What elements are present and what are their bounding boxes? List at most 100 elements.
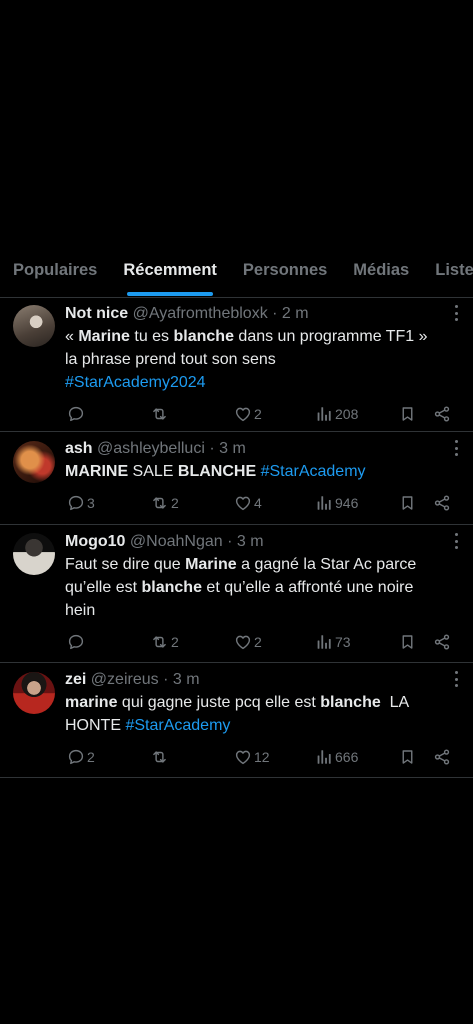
- highlighted-term: marine: [65, 694, 118, 711]
- avatar[interactable]: [13, 305, 55, 347]
- more-options-icon[interactable]: [453, 671, 459, 687]
- tab-recemment-label: Récemment: [123, 261, 217, 279]
- share-button[interactable]: [433, 622, 451, 662]
- views-count: 73: [335, 634, 351, 650]
- author-name[interactable]: Not nice: [65, 305, 128, 322]
- tab-recemment[interactable]: Récemment: [123, 255, 217, 296]
- views-button[interactable]: 946: [315, 483, 358, 523]
- hashtag-link[interactable]: #StarAcademy: [125, 717, 230, 734]
- retweet-button[interactable]: 2: [150, 622, 179, 662]
- views-button[interactable]: 666: [315, 737, 358, 777]
- author-handle[interactable]: @Ayafromthebloxk: [133, 305, 268, 322]
- author-name[interactable]: Mogo10: [65, 533, 125, 550]
- tab-medias[interactable]: Médias: [353, 255, 409, 291]
- search-tabs: Populaires Récemment Personnes Médias Li…: [0, 255, 473, 298]
- text-segment: a gagné la Star Ac parce: [236, 556, 417, 573]
- like-button[interactable]: 4: [234, 483, 262, 523]
- views-button[interactable]: 208: [315, 394, 358, 434]
- reply-button[interactable]: 2: [67, 737, 95, 777]
- bookmark-button[interactable]: [399, 737, 416, 777]
- tweet-header: Mogo10 @NoahNgan · 3 m: [65, 531, 461, 553]
- tweet: Not nice @Ayafromthebloxk · 2 m « Marine …: [0, 297, 473, 432]
- retweet-icon: [150, 405, 169, 423]
- more-options-icon[interactable]: [453, 533, 459, 549]
- author-name[interactable]: zei: [65, 671, 86, 688]
- more-options-icon[interactable]: [453, 440, 459, 456]
- author-name[interactable]: ash: [65, 440, 93, 457]
- retweet-button[interactable]: [150, 394, 171, 434]
- like-button[interactable]: 12: [234, 737, 270, 777]
- tweet-text-line: hein: [65, 599, 461, 622]
- hashtag-link[interactable]: #StarAcademy: [261, 463, 366, 480]
- tweet-header: ash @ashleybelluci · 3 m: [65, 438, 461, 460]
- bookmark-button[interactable]: [399, 622, 416, 662]
- tweet-actions: 2 12 666: [0, 737, 461, 777]
- retweet-button[interactable]: 2: [150, 483, 179, 523]
- like-count: 12: [254, 749, 270, 765]
- views-icon: [315, 494, 333, 512]
- tweet-time: · 3 m: [163, 671, 200, 688]
- views-icon: [315, 748, 333, 766]
- views-count: 946: [335, 495, 359, 511]
- retweet-icon: [150, 494, 169, 512]
- like-button[interactable]: 2: [234, 394, 262, 434]
- reply-button[interactable]: 3: [67, 483, 95, 523]
- bookmark-button[interactable]: [399, 394, 416, 434]
- tweet-text: « Marine tu es blanche dans un programme…: [65, 325, 461, 394]
- hashtag-link[interactable]: #StarAcademy2024: [65, 374, 206, 391]
- reply-button[interactable]: [67, 622, 87, 662]
- author-handle[interactable]: @ashleybelluci: [97, 440, 205, 457]
- tweet: ash @ashleybelluci · 3 m MARINE SALE BLAN…: [0, 432, 473, 525]
- text-segment: hein: [65, 602, 96, 619]
- text-segment: HONTE: [65, 717, 126, 734]
- author-handle[interactable]: @NoahNgan: [130, 533, 223, 550]
- tweet-actions: 3 2 4 946: [0, 483, 461, 523]
- like-count: 2: [254, 406, 262, 422]
- reply-button[interactable]: [67, 394, 87, 434]
- tweet-text: MARINE SALE BLANCHE #StarAcademy: [65, 460, 461, 483]
- highlighted-term: Marine: [78, 328, 130, 345]
- like-count: 2: [254, 634, 262, 650]
- share-icon: [433, 633, 451, 651]
- bookmark-button[interactable]: [399, 483, 416, 523]
- text-segment: Faut se dire que: [65, 556, 186, 573]
- author-handle[interactable]: @zeireus: [91, 671, 159, 688]
- text-segment: dans un programme TF1 »: [233, 328, 428, 345]
- views-icon: [315, 405, 333, 423]
- reply-icon: [67, 405, 85, 423]
- text-segment: tu es: [129, 328, 174, 345]
- like-button[interactable]: 2: [234, 622, 262, 662]
- share-button[interactable]: [433, 737, 451, 777]
- text-segment: «: [65, 328, 79, 345]
- text-segment: et qu’elle a affronté une noire: [201, 579, 414, 596]
- reply-count: 2: [87, 749, 95, 765]
- tweet: Mogo10 @NoahNgan · 3 m Faut se dire que M…: [0, 525, 473, 663]
- share-icon: [433, 494, 451, 512]
- retweet-button[interactable]: [150, 737, 171, 777]
- share-button[interactable]: [433, 394, 451, 434]
- avatar[interactable]: [13, 533, 55, 575]
- tweet-text-line: qu’elle est blanche et qu’elle a affront…: [65, 576, 461, 599]
- reply-icon: [67, 633, 85, 651]
- tab-listes[interactable]: Listes: [435, 255, 473, 291]
- retweet-count: 2: [171, 495, 179, 511]
- more-options-icon[interactable]: [453, 305, 459, 321]
- share-button[interactable]: [433, 483, 451, 523]
- views-icon: [315, 633, 333, 651]
- tab-personnes[interactable]: Personnes: [243, 255, 327, 291]
- views-button[interactable]: 73: [315, 622, 351, 662]
- text-segment: qui gagne juste pcq elle est: [117, 694, 321, 711]
- tweet-actions: 2 2 73: [0, 622, 461, 662]
- views-count: 208: [335, 406, 359, 422]
- bookmark-icon: [399, 494, 416, 512]
- reply-icon: [67, 748, 85, 766]
- bookmark-icon: [399, 633, 416, 651]
- tab-populaires[interactable]: Populaires: [13, 255, 97, 291]
- tweet-text-line: marine qui gagne juste pcq elle est blan…: [65, 691, 461, 714]
- tweet-time: · 2 m: [272, 305, 309, 322]
- highlighted-term: blanche: [173, 328, 234, 345]
- avatar[interactable]: [13, 672, 55, 714]
- avatar[interactable]: [13, 441, 55, 483]
- highlighted-term: BLANCHE: [177, 463, 257, 480]
- tweet-header: zei @zeireus · 3 m: [65, 669, 461, 691]
